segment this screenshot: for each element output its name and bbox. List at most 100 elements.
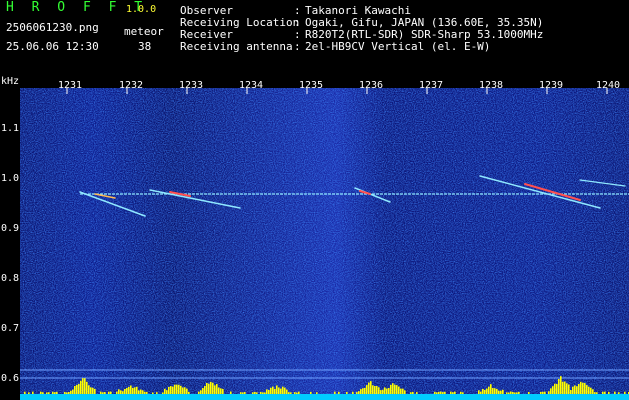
activity-bar [378, 387, 380, 394]
spectrogram-display[interactable] [20, 88, 629, 400]
activity-bar [614, 391, 616, 394]
activity-bar [132, 387, 134, 394]
activity-bar [506, 392, 508, 394]
activity-bar [138, 390, 140, 394]
activity-bar [92, 387, 94, 394]
activity-bar [276, 385, 278, 394]
activity-bar [94, 388, 96, 394]
activity-bar [382, 389, 384, 394]
activity-bar [390, 384, 392, 394]
activity-bar [592, 389, 594, 394]
activity-bar [552, 386, 554, 394]
activity-bar [104, 391, 106, 394]
activity-bar [216, 384, 218, 394]
activity-bar [90, 387, 92, 394]
activity-bar [548, 391, 550, 394]
activity-bar [122, 391, 124, 394]
activity-bar [70, 390, 72, 394]
activity-bar [496, 388, 498, 394]
activity-bar [24, 391, 26, 394]
activity-bar [508, 392, 510, 394]
activity-bar [482, 388, 484, 394]
activity-bar [84, 378, 86, 394]
activity-bar [624, 391, 626, 394]
activity-bar [352, 391, 354, 394]
activity-bar [110, 391, 112, 394]
info-label-antenna: Receiving antenna [180, 40, 293, 53]
activity-bar [346, 391, 348, 394]
activity-bar [338, 391, 340, 394]
activity-bar [140, 389, 142, 394]
activity-bar [386, 388, 388, 394]
activity-bar [512, 391, 514, 394]
activity-bar [208, 383, 210, 394]
activity-bar [198, 391, 200, 394]
activity-bar [212, 382, 214, 394]
file-name: 2506061230.png [6, 21, 99, 34]
activity-bar [56, 391, 58, 394]
info-colon: : [294, 40, 301, 53]
activity-bar [270, 387, 272, 394]
spectrogram-noise [20, 88, 629, 400]
activity-bar [146, 391, 148, 394]
activity-bar [116, 391, 118, 394]
activity-bar [310, 391, 312, 394]
activity-bar [288, 392, 290, 394]
activity-bar [510, 391, 512, 394]
activity-bar [124, 388, 126, 394]
activity-bar [86, 381, 88, 394]
activity-bar [80, 380, 82, 394]
activity-bar [32, 391, 34, 394]
meteor-count: 38 [138, 40, 152, 53]
activity-bar [568, 384, 570, 394]
activity-bar [78, 383, 80, 394]
activity-bar [560, 376, 562, 394]
activity-bar [218, 387, 220, 394]
y-tick-label: 0.7 [1, 323, 20, 334]
activity-bar [566, 383, 568, 394]
activity-bar [562, 381, 564, 394]
activity-bar [222, 388, 224, 394]
y-tick-label: 1.1 [1, 123, 20, 134]
activity-bar [290, 392, 292, 394]
activity-bar [434, 391, 436, 394]
activity-bar [358, 391, 360, 394]
activity-bar [502, 389, 504, 394]
activity-bar [374, 386, 376, 394]
activity-bar [152, 392, 154, 394]
activity-bar [176, 384, 178, 394]
activity-bar [282, 386, 284, 394]
time-stamp: 25.06.06 12:30 [6, 40, 99, 53]
activity-bar [272, 386, 274, 394]
activity-bar [206, 382, 208, 394]
activity-bar [262, 392, 264, 394]
activity-bar [596, 392, 598, 394]
activity-bar [182, 387, 184, 394]
activity-bar [64, 391, 66, 394]
activity-bar [128, 386, 130, 394]
activity-bar [284, 387, 286, 394]
activity-bar [210, 381, 212, 394]
activity-bar [48, 392, 50, 394]
activity-bar [166, 390, 168, 394]
activity-bar [578, 383, 580, 394]
activity-bar [364, 387, 366, 394]
activity-bar [108, 391, 110, 394]
activity-bar [604, 391, 606, 394]
activity-bar [240, 392, 242, 394]
activity-bar [582, 382, 584, 394]
activity-bar [388, 387, 390, 394]
activity-bar [594, 392, 596, 394]
activity-bar [518, 391, 520, 394]
activity-bar [494, 388, 496, 394]
activity-bar [602, 391, 604, 394]
activity-bar [528, 391, 530, 394]
activity-bar [174, 384, 176, 394]
activity-bar [142, 390, 144, 394]
activity-bar [356, 392, 358, 394]
activity-bar [204, 386, 206, 394]
activity-bar [334, 391, 336, 394]
activity-bar [76, 384, 78, 394]
activity-bar [394, 384, 396, 394]
activity-bar [254, 391, 256, 394]
